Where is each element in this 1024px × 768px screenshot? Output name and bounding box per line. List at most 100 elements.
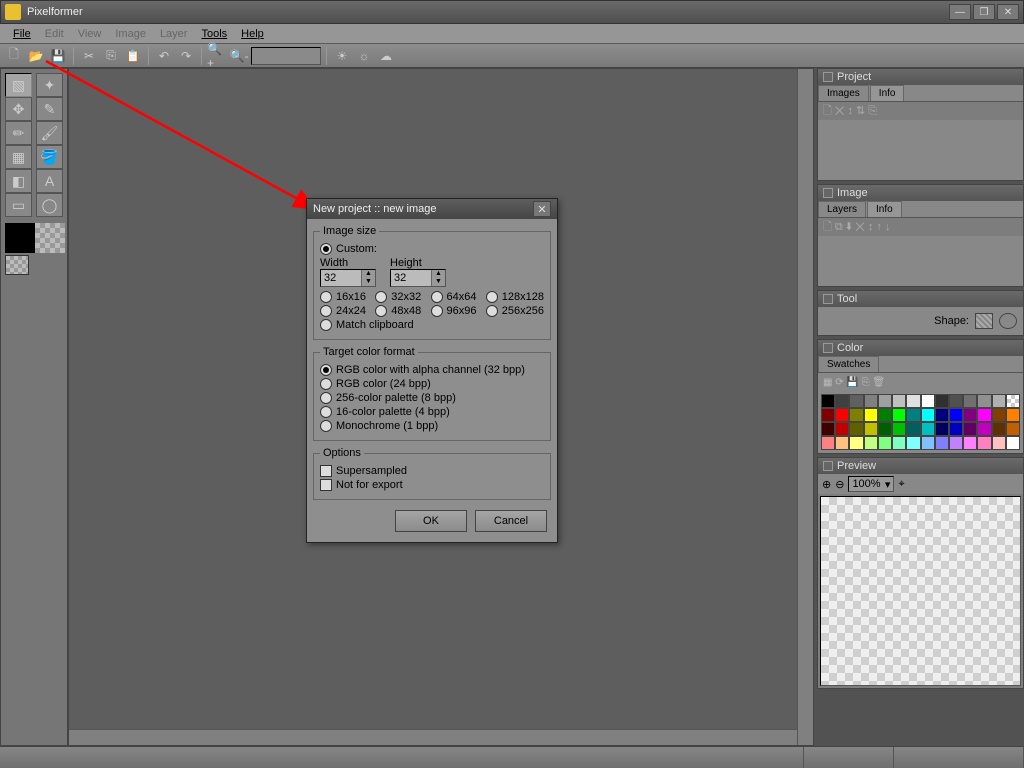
swatch[interactable] xyxy=(1006,422,1020,436)
cancel-button[interactable]: Cancel xyxy=(475,510,547,532)
swatch[interactable] xyxy=(992,394,1006,408)
swatch[interactable] xyxy=(1006,436,1020,450)
swatch[interactable] xyxy=(963,394,977,408)
swatch[interactable] xyxy=(949,408,963,422)
not-for-export-checkbox[interactable] xyxy=(320,479,332,491)
swatch[interactable] xyxy=(878,408,892,422)
swatch[interactable] xyxy=(963,422,977,436)
move-tool[interactable]: ✥ xyxy=(5,97,32,121)
width-input[interactable]: ▲▼ xyxy=(320,269,376,287)
text-tool[interactable]: A xyxy=(36,169,63,193)
copy-button[interactable]: ⎘ xyxy=(101,46,121,66)
swatch[interactable] xyxy=(835,422,849,436)
swatch[interactable] xyxy=(935,436,949,450)
center-icon[interactable]: ⌖ xyxy=(898,478,904,491)
close-button[interactable]: ✕ xyxy=(997,4,1019,20)
swatch[interactable] xyxy=(977,408,991,422)
minimize-button[interactable]: — xyxy=(949,4,971,20)
match-clipboard-radio[interactable] xyxy=(320,319,332,331)
tab-swatches[interactable]: Swatches xyxy=(818,356,879,372)
zoom-out-icon[interactable]: ⊖ xyxy=(835,478,844,491)
custom-radio[interactable] xyxy=(320,243,332,255)
swatch[interactable] xyxy=(977,422,991,436)
brush-tool[interactable]: 🖌 xyxy=(36,121,63,145)
swatch[interactable] xyxy=(821,436,835,450)
shape-rect-option[interactable] xyxy=(975,313,993,329)
new-button[interactable]: 🗋 xyxy=(4,46,24,66)
format-radio[interactable] xyxy=(320,420,332,432)
format-radio[interactable] xyxy=(320,406,332,418)
size-radio[interactable] xyxy=(375,291,387,303)
swatch[interactable] xyxy=(921,436,935,450)
pencil-tool[interactable]: ✏ xyxy=(5,121,32,145)
format-radio[interactable] xyxy=(320,378,332,390)
tab-info[interactable]: Info xyxy=(870,85,905,101)
swatch[interactable] xyxy=(949,436,963,450)
swatch[interactable] xyxy=(935,394,949,408)
sun-icon[interactable]: ☀ xyxy=(332,46,352,66)
supersampled-checkbox[interactable] xyxy=(320,465,332,477)
zoom-value[interactable]: 100%▾ xyxy=(848,476,894,492)
shape-circle-option[interactable] xyxy=(999,313,1017,329)
cloud-icon[interactable]: ☁ xyxy=(376,46,396,66)
swatch[interactable] xyxy=(949,422,963,436)
swatch[interactable] xyxy=(1006,394,1020,408)
swatch[interactable] xyxy=(906,394,920,408)
swatch[interactable] xyxy=(849,436,863,450)
swatch[interactable] xyxy=(821,394,835,408)
rect-tool[interactable]: ▭ xyxy=(5,193,32,217)
swatch[interactable] xyxy=(992,408,1006,422)
marquee-tool[interactable]: ▧ xyxy=(5,73,32,97)
format-radio[interactable] xyxy=(320,364,332,376)
undo-button[interactable]: ↶ xyxy=(154,46,174,66)
swatch[interactable] xyxy=(977,436,991,450)
maximize-button[interactable]: ❐ xyxy=(973,4,995,20)
swatch[interactable] xyxy=(892,394,906,408)
swatch[interactable] xyxy=(977,394,991,408)
tab-image-info[interactable]: Info xyxy=(867,201,902,217)
wand-tool[interactable]: ✦ xyxy=(36,73,63,97)
swap-colors[interactable] xyxy=(5,255,29,275)
swatch[interactable] xyxy=(892,436,906,450)
swatch[interactable] xyxy=(935,422,949,436)
swatch[interactable] xyxy=(849,408,863,422)
menu-file[interactable]: File xyxy=(6,26,38,42)
swatch[interactable] xyxy=(921,422,935,436)
swatch[interactable] xyxy=(963,408,977,422)
swatch[interactable] xyxy=(921,408,935,422)
swatch[interactable] xyxy=(906,422,920,436)
swatch[interactable] xyxy=(849,422,863,436)
swatch[interactable] xyxy=(992,436,1006,450)
redo-button[interactable]: ↷ xyxy=(176,46,196,66)
swatch[interactable] xyxy=(921,394,935,408)
swatch[interactable] xyxy=(1006,408,1020,422)
swatch[interactable] xyxy=(821,408,835,422)
swatch[interactable] xyxy=(992,422,1006,436)
cut-button[interactable]: ✂ xyxy=(79,46,99,66)
swatch[interactable] xyxy=(878,394,892,408)
brightness-icon[interactable]: ☼ xyxy=(354,46,374,66)
swatch[interactable] xyxy=(949,394,963,408)
eraser-tool[interactable]: ◧ xyxy=(5,169,32,193)
swatch[interactable] xyxy=(864,436,878,450)
open-button[interactable]: 📂 xyxy=(26,46,46,66)
ok-button[interactable]: OK xyxy=(395,510,467,532)
size-radio[interactable] xyxy=(486,291,498,303)
ellipse-tool[interactable]: ◯ xyxy=(36,193,63,217)
swatch[interactable] xyxy=(849,394,863,408)
zoom-combo[interactable] xyxy=(251,47,321,65)
zoom-in-icon[interactable]: ⊕ xyxy=(822,478,831,491)
height-input[interactable]: ▲▼ xyxy=(390,269,446,287)
size-radio[interactable] xyxy=(431,291,443,303)
save-button[interactable]: 💾 xyxy=(48,46,68,66)
size-radio[interactable] xyxy=(486,305,498,317)
tab-images[interactable]: Images xyxy=(818,85,869,101)
swatch[interactable] xyxy=(835,394,849,408)
swatch[interactable] xyxy=(864,408,878,422)
zoom-in-button[interactable]: 🔍+ xyxy=(207,46,227,66)
canvas-scrollbar-h[interactable] xyxy=(69,729,797,745)
swatch[interactable] xyxy=(864,394,878,408)
paste-button[interactable]: 📋 xyxy=(123,46,143,66)
swatch[interactable] xyxy=(892,422,906,436)
fill-tool[interactable]: 🪣 xyxy=(36,145,63,169)
